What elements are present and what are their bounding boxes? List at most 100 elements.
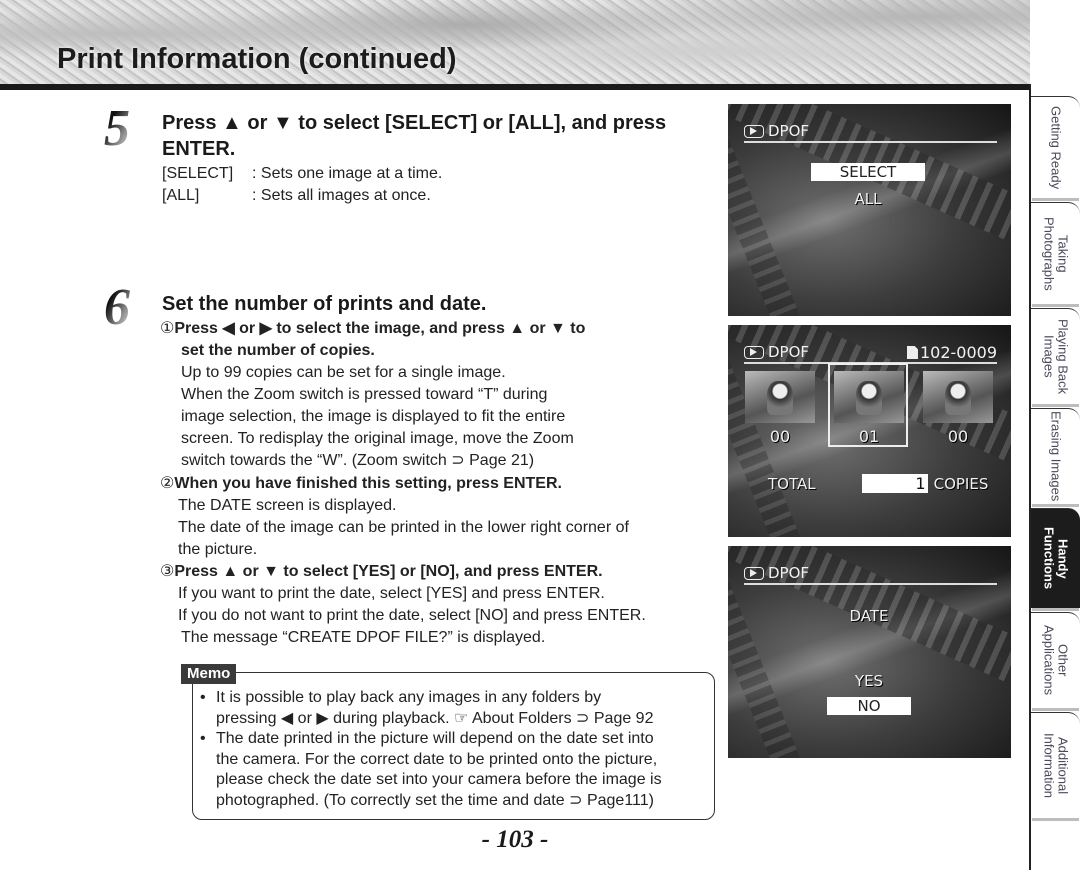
- substep-2-marker: ②: [160, 475, 175, 492]
- option-yes[interactable]: YES: [827, 672, 911, 690]
- step-6-number: 6: [104, 279, 130, 336]
- memo-line: please check the date set into your came…: [216, 771, 662, 788]
- definition-value: : Sets one image at a time.: [252, 165, 443, 182]
- body-line: When the Zoom switch is pressed toward “…: [181, 386, 548, 403]
- body-line: If you do not want to print the date, se…: [178, 607, 646, 624]
- definition-select: [SELECT] : Sets one image at a time.: [162, 163, 442, 185]
- folder-icon: [906, 346, 918, 359]
- tab-getting-ready[interactable]: Getting Ready: [1031, 96, 1080, 198]
- memo-line: the camera. For the correct date to be p…: [216, 750, 658, 768]
- body-line: screen. To redisplay the original image,…: [181, 430, 574, 447]
- substep-1-title-line2: set the number of copies.: [181, 342, 375, 359]
- step-6-substep-3: ③Press ▲ or ▼ to select [YES] or [NO], a…: [160, 561, 730, 649]
- body-line: image selection, the image is displayed …: [181, 408, 566, 425]
- tab-label: Handy Functions: [1041, 527, 1071, 590]
- tab-label: Playing Back Images: [1041, 318, 1071, 395]
- camera-screen-dpof-copies: DPOF 102-0009 00 01 00 TOTAL 1 COPIES: [728, 325, 1011, 537]
- screen-header: DPOF: [744, 564, 809, 582]
- page-title: Print Information (continued): [57, 43, 457, 75]
- substep-2-title: ②When you have finished this setting, pr…: [160, 473, 725, 495]
- tab-label: Additional Information: [1041, 732, 1071, 799]
- option-all[interactable]: ALL: [811, 190, 925, 208]
- definition-all: [ALL] : Sets all images at once.: [162, 185, 442, 207]
- tab-additional-information[interactable]: Additional Information: [1031, 712, 1080, 818]
- step-5-title-line2: ENTER.: [162, 138, 236, 160]
- body-line: The DATE screen is displayed.: [178, 497, 397, 514]
- step-5-definitions: [SELECT] : Sets one image at a time. [AL…: [162, 163, 442, 207]
- memo-line: The date printed in the picture will dep…: [216, 730, 654, 747]
- dog-photo: [767, 381, 793, 415]
- total-label: TOTAL: [768, 474, 816, 493]
- playback-icon: [744, 566, 764, 580]
- memo-label: Memo: [181, 664, 237, 684]
- body-line: The message “CREATE DPOF FILE?” is displ…: [181, 629, 546, 646]
- definition-key: [ALL]: [162, 187, 200, 204]
- camera-screen-dpof-select: DPOF SELECT ALL: [728, 104, 1011, 316]
- screen-header-label: DPOF: [768, 343, 810, 361]
- bullet: •: [200, 689, 206, 706]
- option-no[interactable]: NO: [827, 697, 911, 715]
- substep-3-body: If you want to print the date, select [Y…: [160, 583, 730, 649]
- screen-header-rule: [744, 583, 997, 585]
- thumbnail-image-3[interactable]: [923, 371, 993, 423]
- body-line: The date of the image can be printed in …: [178, 519, 629, 536]
- dog-photo: [945, 381, 971, 415]
- substep-1-marker: ①: [160, 320, 175, 337]
- screen-header-label: DPOF: [768, 564, 810, 582]
- tab-playing-back-images[interactable]: Playing Back Images: [1031, 308, 1080, 404]
- step-5-title: Press ▲ or ▼ to select [SELECT] or [ALL]…: [162, 110, 666, 162]
- substep-3-marker: ③: [160, 563, 175, 580]
- tab-label: Other Applications: [1041, 625, 1071, 696]
- tab-handy-functions[interactable]: Handy Functions: [1031, 508, 1080, 608]
- screen-header-rule: [744, 141, 997, 143]
- copy-count-2: 01: [858, 427, 880, 446]
- substep-1-body: Up to 99 copies can be set for a single …: [160, 362, 720, 472]
- memo-item: • The date printed in the picture will d…: [200, 729, 710, 811]
- folder-indicator: 102-0009: [906, 343, 997, 362]
- definition-key: [SELECT]: [162, 165, 234, 182]
- step-6-substep-1: ①Press ◀ or ▶ to select the image, and p…: [160, 318, 720, 472]
- playback-icon: [744, 345, 764, 359]
- camera-screen-dpof-date: DPOF DATE YES NO: [728, 546, 1011, 758]
- date-title: DATE: [849, 607, 889, 625]
- definition-value: : Sets all images at once.: [252, 187, 431, 204]
- substep-3-title-text: Press ▲ or ▼ to select [YES] or [NO], an…: [174, 563, 603, 580]
- memo-line: photographed. (To correctly set the time…: [216, 791, 654, 809]
- tab-other-applications[interactable]: Other Applications: [1031, 612, 1080, 708]
- folder-number: 102-0009: [919, 343, 997, 362]
- step-6-title: Set the number of prints and date.: [162, 293, 487, 315]
- page-header-banner: Print Information (continued): [0, 0, 1030, 84]
- screen-header: DPOF: [744, 122, 809, 140]
- bullet: •: [200, 730, 206, 747]
- tab-label: Erasing Images: [1048, 411, 1064, 502]
- option-select[interactable]: SELECT: [811, 163, 925, 181]
- substep-2-title-text: When you have finished this setting, pre…: [174, 475, 562, 492]
- dog-photo: [856, 381, 882, 415]
- total-copies-row: TOTAL 1 COPIES: [768, 474, 988, 493]
- substep-1-title-line1: Press ◀ or ▶ to select the image, and pr…: [174, 320, 586, 337]
- memo-line: It is possible to play back any images i…: [216, 689, 602, 706]
- body-line: Up to 99 copies can be set for a single …: [181, 364, 506, 381]
- step-5-title-line1: Press ▲ or ▼ to select [SELECT] or [ALL]…: [162, 112, 667, 134]
- memo-item: • It is possible to play back any images…: [200, 688, 710, 729]
- memo-list: • It is possible to play back any images…: [200, 688, 710, 811]
- body-line: switch towards the “W”. (Zoom switch ⊃ P…: [181, 452, 535, 469]
- step-5-number: 5: [104, 100, 130, 157]
- step-6-substep-2: ②When you have finished this setting, pr…: [160, 473, 725, 561]
- screen-header: DPOF: [744, 343, 809, 361]
- memo-line: pressing ◀ or ▶ during playback. ☞ About…: [216, 709, 654, 727]
- body-line: the picture.: [178, 541, 258, 558]
- thumbnail-image-1[interactable]: [745, 371, 815, 423]
- substep-2-body: The DATE screen is displayed. The date o…: [160, 495, 725, 561]
- tab-label: Getting Ready: [1048, 105, 1064, 190]
- tab-label: Taking Photographs: [1041, 216, 1071, 291]
- playback-icon: [744, 124, 764, 138]
- total-value: 1: [861, 474, 928, 493]
- screen-header-label: DPOF: [768, 122, 810, 140]
- tab-taking-photographs[interactable]: Taking Photographs: [1031, 202, 1080, 304]
- header-divider: [0, 84, 1030, 90]
- page-number: - 103 -: [481, 826, 549, 853]
- body-line: If you want to print the date, select [Y…: [178, 585, 605, 602]
- tab-erasing-images[interactable]: Erasing Images: [1031, 408, 1080, 504]
- thumbnail-image-2[interactable]: [834, 371, 904, 423]
